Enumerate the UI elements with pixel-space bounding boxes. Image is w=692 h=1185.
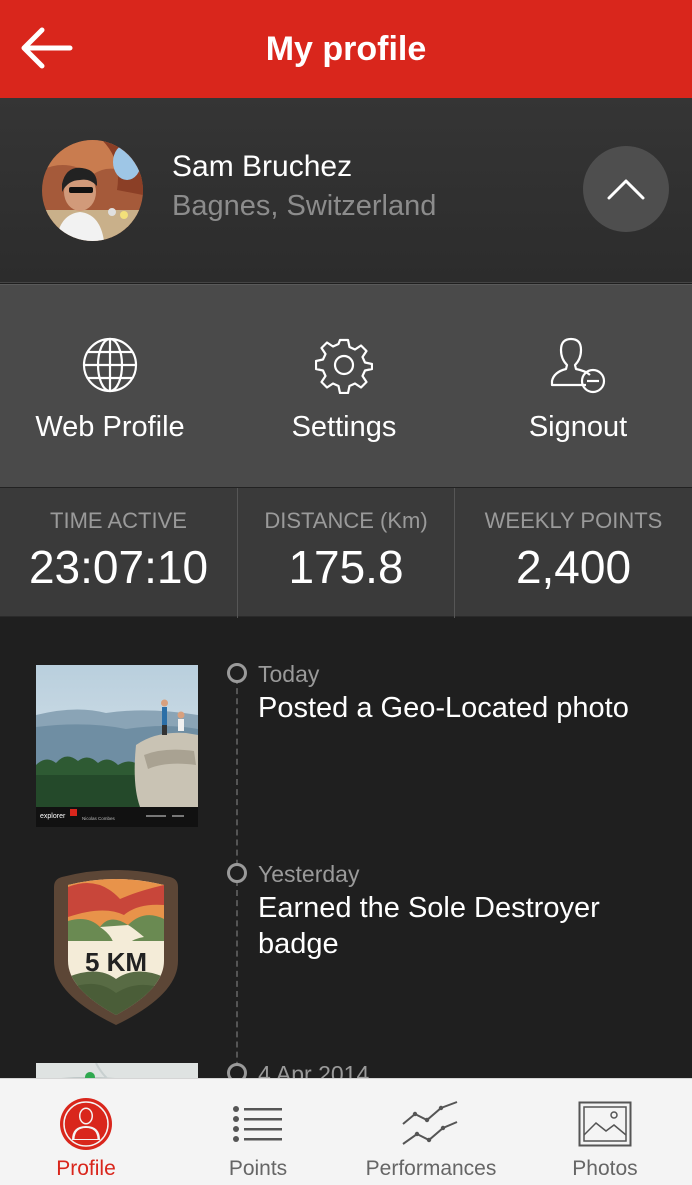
stat-distance: DISTANCE (Km) 175.8 — [238, 488, 454, 618]
feed-date: Today — [258, 661, 320, 687]
chevron-up-icon — [607, 179, 645, 200]
web-profile-label: Web Profile — [35, 411, 185, 443]
tab-photos[interactable]: Photos — [518, 1079, 692, 1185]
list-icon — [233, 1106, 282, 1142]
map-thumbnail[interactable] — [36, 1063, 198, 1078]
picture-icon — [578, 1101, 632, 1147]
tab-label: Performances — [365, 1157, 497, 1180]
feed-text: Earned the Sole Destroyer badge — [258, 892, 600, 960]
profile-card: Sam Bruchez Bagnes, Switzerland — [0, 98, 692, 283]
stat-label: DISTANCE (Km) — [264, 508, 428, 533]
photo-author-text: Nicolas Combes — [82, 816, 116, 821]
stats-bar: TIME ACTIVE 23:07:10 DISTANCE (Km) 175.8… — [0, 487, 692, 618]
line-chart-icon — [402, 1101, 458, 1145]
avatar[interactable] — [42, 140, 143, 241]
stat-value: 175.8 — [288, 541, 404, 593]
user-location: Bagnes, Switzerland — [172, 190, 437, 222]
stat-label: TIME ACTIVE — [50, 508, 187, 533]
gear-icon — [315, 338, 373, 394]
collapse-profile-button[interactable] — [583, 146, 669, 232]
tab-label: Photos — [572, 1157, 638, 1180]
stat-value: 2,400 — [515, 541, 632, 593]
timeline-dot — [227, 1063, 247, 1078]
stat-weekly-points: WEEKLY POINTS 2,400 — [455, 488, 692, 618]
timeline-dot — [227, 863, 247, 883]
photo-brand-text: explorer — [40, 813, 66, 820]
tab-points[interactable]: Points — [172, 1079, 344, 1185]
badge-text: 5 KM — [85, 947, 147, 977]
stat-time-active: TIME ACTIVE 23:07:10 — [0, 488, 237, 618]
user-minus-icon — [550, 337, 606, 394]
user-name: Sam Bruchez — [172, 150, 353, 183]
stat-label: WEEKLY POINTS — [484, 508, 663, 533]
feed-text: Posted a Geo-Located photo — [258, 692, 629, 724]
web-profile-button[interactable]: Web Profile — [0, 285, 220, 488]
tab-bar: Profile Points Performances Photos — [0, 1078, 692, 1185]
app-header: My profile — [0, 0, 692, 98]
signout-label: Signout — [528, 411, 628, 443]
activity-feed: explorer Nicolas Combes Today Posted a G… — [0, 618, 692, 1078]
stat-value: 23:07:10 — [28, 541, 209, 593]
tab-label: Profile — [56, 1157, 116, 1180]
feed-date: Yesterday — [258, 861, 360, 887]
feed-date: 4 Apr 2014 — [258, 1061, 370, 1078]
profile-actions: Web Profile Settings Signout — [0, 284, 692, 487]
settings-label: Settings — [291, 411, 397, 443]
tab-profile[interactable]: Profile — [0, 1079, 172, 1185]
page-title: My profile — [265, 30, 427, 68]
geo-photo-thumbnail[interactable]: explorer Nicolas Combes — [36, 665, 198, 827]
signout-button[interactable]: Signout — [468, 285, 688, 488]
tab-label: Points — [228, 1157, 288, 1180]
tab-performances[interactable]: Performances — [344, 1079, 518, 1185]
timeline-dot — [227, 663, 247, 683]
person-icon — [60, 1098, 112, 1150]
settings-button[interactable]: Settings — [234, 285, 454, 488]
globe-icon — [82, 337, 138, 393]
badge-thumbnail[interactable]: 5 KM — [48, 865, 184, 1029]
